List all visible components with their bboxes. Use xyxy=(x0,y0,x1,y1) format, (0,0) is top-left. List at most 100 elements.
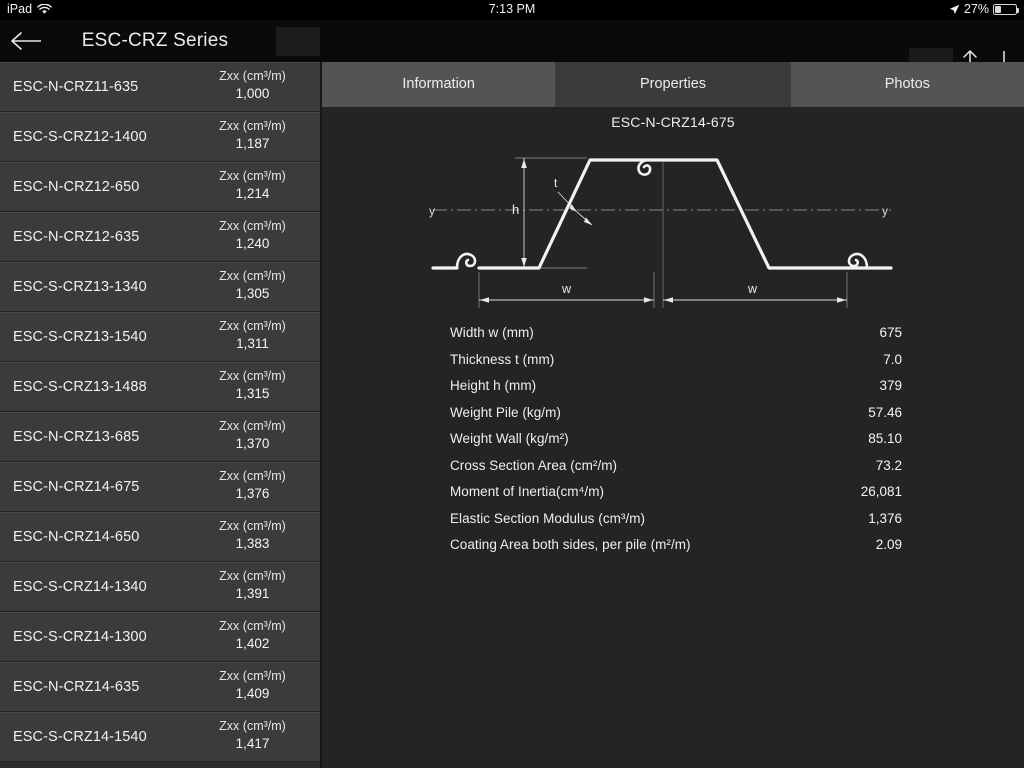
list-item-unit-label: Zxx (cm³/m) xyxy=(219,319,286,333)
property-value: 85.10 xyxy=(868,431,902,446)
list-item-unit-label: Zxx (cm³/m) xyxy=(219,169,286,183)
app-root: iPad 7:13 PM 27% ESC-CRZ Series ESC-N-CR… xyxy=(0,0,1024,768)
list-item-name: ESC-N-CRZ12-635 xyxy=(13,228,140,245)
list-item-modulus: Zxx (cm³/m) 1,305 xyxy=(185,268,320,303)
list-item-modulus: Zxx (cm³/m) 1,376 xyxy=(185,468,320,503)
property-value: 2.09 xyxy=(875,537,902,552)
list-item[interactable]: ESC-N-CRZ12-635 Zxx (cm³/m) 1,240 xyxy=(0,212,320,262)
list-item-name: ESC-N-CRZ11-635 xyxy=(13,78,139,95)
list-item-unit-label: Zxx (cm³/m) xyxy=(219,269,286,283)
list-item[interactable]: ESC-N-CRZ13-685 Zxx (cm³/m) 1,370 xyxy=(0,412,320,462)
list-item-unit-label: Zxx (cm³/m) xyxy=(219,569,286,583)
list-item[interactable]: ESC-N-CRZ11-635 Zxx (cm³/m) 1,000 xyxy=(0,62,320,112)
list-item-unit-label: Zxx (cm³/m) xyxy=(219,219,286,233)
property-row: Elastic Section Modulus (cm³/m) 1,376 xyxy=(450,511,902,538)
list-item-unit-label: Zxx (cm³/m) xyxy=(219,419,286,433)
list-item-unit-label: Zxx (cm³/m) xyxy=(219,469,286,483)
detail-panel: Information Properties Photos ESC-N-CRZ14-… xyxy=(322,62,1024,768)
tab-photos[interactable]: Photos xyxy=(790,62,1024,107)
tab-information[interactable]: Information xyxy=(322,62,557,107)
list-item-unit-label: Zxx (cm³/m) xyxy=(219,69,286,83)
list-item[interactable]: ESC-S-CRZ12-1400 Zxx (cm³/m) 1,187 xyxy=(0,112,320,162)
property-value: 57.46 xyxy=(868,404,902,420)
list-item-modulus: Zxx (cm³/m) 1,383 xyxy=(185,518,320,553)
list-item-name: ESC-N-CRZ12-650 xyxy=(13,178,140,195)
list-item[interactable]: ESC-S-CRZ14-1540 Zxx (cm³/m) 1,417 xyxy=(0,712,320,762)
status-bar-right: 27% xyxy=(949,2,1019,16)
property-row: Thickness t (mm) 7.0 xyxy=(450,352,902,379)
list-item-value: 1,402 xyxy=(235,636,270,651)
property-row: Width w (mm) 675 xyxy=(450,325,902,352)
list-item[interactable]: ESC-N-CRZ14-635 Zxx (cm³/m) 1,409 xyxy=(0,662,320,712)
list-item-unit-label: Zxx (cm³/m) xyxy=(219,669,286,683)
axis-label-y-right: y xyxy=(882,204,888,218)
status-bar: iPad 7:13 PM 27% xyxy=(0,0,1024,20)
list-item[interactable]: ESC-S-CRZ13-1340 Zxx (cm³/m) 1,305 xyxy=(0,262,320,312)
property-value: 379 xyxy=(879,378,902,393)
status-bar-clock: 7:13 PM xyxy=(488,2,536,16)
list-item-value: 1,376 xyxy=(235,486,270,501)
list-item-modulus: Zxx (cm³/m) 1,214 xyxy=(185,168,320,203)
property-label: Height h (mm) xyxy=(450,378,537,393)
property-value: 7.0 xyxy=(883,351,902,367)
interlock-center-icon xyxy=(637,158,652,176)
list-item-value: 1,214 xyxy=(235,186,270,201)
property-label: Coating Area both sides, per pile (m²/m) xyxy=(450,537,691,552)
width-left-label: w xyxy=(561,282,572,296)
list-item-value: 1,315 xyxy=(235,386,270,401)
list-item[interactable]: ESC-S-CRZ13-1540 Zxx (cm³/m) 1,311 xyxy=(0,312,320,362)
property-row: Weight Wall (kg/m²) 85.10 xyxy=(450,431,902,458)
list-item[interactable]: ESC-S-CRZ13-1488 Zxx (cm³/m) 1,315 xyxy=(0,362,320,412)
back-arrow-icon[interactable] xyxy=(10,29,44,53)
thickness-label: t xyxy=(554,176,558,190)
list-item-name: ESC-S-CRZ13-1488 xyxy=(13,378,147,395)
nav-placeholder-button-left[interactable] xyxy=(276,27,320,56)
list-item-modulus: Zxx (cm³/m) 1,370 xyxy=(185,418,320,453)
list-item-modulus: Zxx (cm³/m) 1,409 xyxy=(185,668,320,703)
list-item-value: 1,409 xyxy=(235,686,270,701)
list-item-unit-label: Zxx (cm³/m) xyxy=(219,119,286,133)
property-label: Width w (mm) xyxy=(450,325,534,340)
list-item[interactable]: ESC-N-CRZ14-650 Zxx (cm³/m) 1,383 xyxy=(0,512,320,562)
section-title: ESC-N-CRZ14-675 xyxy=(611,114,735,130)
list-item-name: ESC-N-CRZ14-650 xyxy=(13,528,140,545)
list-item-value: 1,311 xyxy=(236,336,269,351)
battery-percent-label: 27% xyxy=(963,2,989,16)
list-item-name: ESC-S-CRZ14-1340 xyxy=(13,578,147,595)
list-item-modulus: Zxx (cm³/m) 1,187 xyxy=(185,118,320,153)
property-label: Elastic Section Modulus (cm³/m) xyxy=(450,510,646,526)
list-item[interactable]: ESC-S-CRZ14-1340 Zxx (cm³/m) 1,391 xyxy=(0,562,320,612)
list-item[interactable]: ESC-N-CRZ12-650 Zxx (cm³/m) 1,214 xyxy=(0,162,320,212)
profile-outline xyxy=(431,158,869,270)
properties-table: Width w (mm) 675 Thickness t (mm) 7.0 Height… xyxy=(450,325,902,564)
list-item-modulus: Zxx (cm³/m) 1,402 xyxy=(185,618,320,653)
property-row: Cross Section Area (cm²/m) 73.2 xyxy=(450,458,902,485)
list-item-name: ESC-S-CRZ14-1300 xyxy=(13,628,147,645)
section-list[interactable]: ESC-N-CRZ11-635 Zxx (cm³/m) 1,000 ESC-S-CRZ… xyxy=(0,62,320,768)
list-item-name: ESC-S-CRZ12-1400 xyxy=(13,128,147,145)
property-label: Weight Wall (kg/m²) xyxy=(450,431,569,446)
list-item-modulus: Zxx (cm³/m) 1,417 xyxy=(185,718,320,753)
list-item-name: ESC-N-CRZ14-675 xyxy=(13,478,140,495)
property-label: Cross Section Area (cm²/m) xyxy=(450,457,618,473)
list-item-value: 1,391 xyxy=(235,586,270,601)
tab-bar: Information Properties Photos xyxy=(322,62,1024,107)
list-item-value: 1,187 xyxy=(235,136,270,151)
list-item-name: ESC-S-CRZ13-1340 xyxy=(13,278,147,295)
property-value: 675 xyxy=(879,325,902,340)
list-item[interactable]: ESC-N-CRZ14-675 Zxx (cm³/m) 1,376 xyxy=(0,462,320,512)
list-item-value: 1,000 xyxy=(235,86,270,101)
list-item-unit-label: Zxx (cm³/m) xyxy=(219,619,286,633)
list-item-modulus: Zxx (cm³/m) 1,391 xyxy=(185,568,320,603)
property-row: Moment of Inertia(cm⁴/m) 26,081 xyxy=(450,484,902,511)
list-item-name: ESC-S-CRZ14-1540 xyxy=(13,728,147,745)
list-item-modulus: Zxx (cm³/m) 1,315 xyxy=(185,368,320,403)
list-item[interactable]: ESC-S-CRZ14-1300 Zxx (cm³/m) 1,402 xyxy=(0,612,320,662)
width-right-label: w xyxy=(747,282,758,296)
list-item-modulus: Zxx (cm³/m) 1,311 xyxy=(185,318,320,353)
property-label: Thickness t (mm) xyxy=(450,351,555,367)
interlock-right-icon xyxy=(847,252,869,270)
tab-properties[interactable]: Properties xyxy=(556,62,791,107)
property-value: 26,081 xyxy=(860,484,902,499)
list-item-modulus: Zxx (cm³/m) 1,240 xyxy=(185,218,320,253)
